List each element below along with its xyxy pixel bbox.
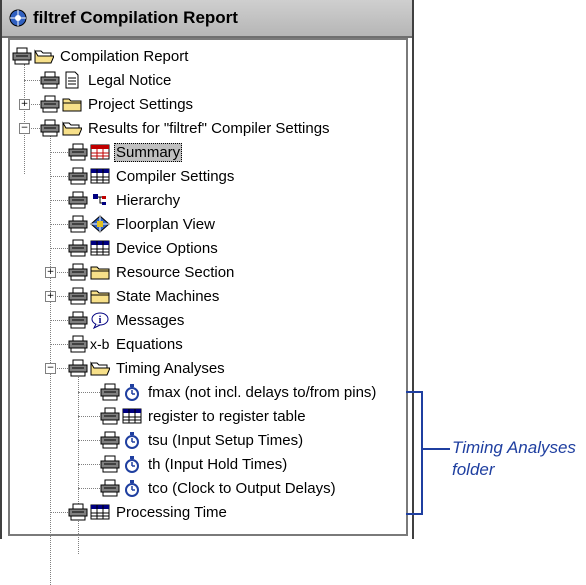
printer-icon[interactable] [68, 143, 88, 161]
tree-item-equations[interactable]: Equations [68, 332, 183, 356]
tree-item-register-table[interactable]: register to register table [100, 404, 306, 428]
clock-icon [122, 479, 142, 497]
table-icon [90, 503, 110, 521]
messages-icon [90, 311, 110, 329]
table-icon [90, 239, 110, 257]
printer-icon[interactable] [40, 119, 60, 137]
tree-item-results[interactable]: Results for "filtref" Compiler Settings [40, 116, 330, 140]
tree-item-label[interactable]: Timing Analyses [116, 360, 225, 377]
document-icon [62, 71, 82, 89]
tree-item-label[interactable]: Processing Time [116, 504, 227, 521]
tree-item-tco[interactable]: tco (Clock to Output Delays) [100, 476, 336, 500]
printer-icon[interactable] [12, 47, 32, 65]
tree-item-label[interactable]: Floorplan View [116, 216, 215, 233]
annotation-leader-line [423, 448, 450, 450]
printer-icon[interactable] [68, 239, 88, 257]
printer-icon[interactable] [68, 215, 88, 233]
printer-icon[interactable] [68, 335, 88, 353]
tree-item-label[interactable]: tco (Clock to Output Delays) [148, 480, 336, 497]
printer-icon[interactable] [100, 407, 120, 425]
tree-item-project-settings[interactable]: Project Settings [40, 92, 193, 116]
expand-project-settings[interactable]: + [19, 99, 30, 110]
clock-icon [122, 383, 142, 401]
tree-item-th[interactable]: th (Input Hold Times) [100, 452, 287, 476]
printer-icon[interactable] [40, 71, 60, 89]
expand-resource-section[interactable]: + [45, 267, 56, 278]
tree-item-legal-notice[interactable]: Legal Notice [40, 68, 171, 92]
report-tree[interactable]: + − + + − Compilation Report Legal Notic… [8, 38, 408, 585]
tree-item-label[interactable]: Device Options [116, 240, 218, 257]
annotation-callout: Timing Analyses folder [452, 437, 576, 481]
expand-state-machines[interactable]: + [45, 291, 56, 302]
tree-item-floorplan-view[interactable]: Floorplan View [68, 212, 215, 236]
title-bar: filtref Compilation Report [2, 0, 412, 38]
printer-icon[interactable] [100, 455, 120, 473]
tree-item-fmax[interactable]: fmax (not incl. delays to/from pins) [100, 380, 376, 404]
tree-item-messages[interactable]: Messages [68, 308, 184, 332]
tree-item-label[interactable]: tsu (Input Setup Times) [148, 432, 303, 449]
floorplan-icon [90, 215, 110, 233]
tree-item-label[interactable]: Project Settings [88, 96, 193, 113]
tree-item-label[interactable]: fmax (not incl. delays to/from pins) [148, 384, 376, 401]
open-folder-icon [90, 359, 110, 377]
clock-icon [122, 455, 142, 473]
tree-item-label[interactable]: Hierarchy [116, 192, 180, 209]
printer-icon[interactable] [68, 359, 88, 377]
tree-item-processing-time[interactable]: Processing Time [68, 500, 227, 524]
collapse-timing-analyses[interactable]: − [45, 363, 56, 374]
tree-item-hierarchy[interactable]: Hierarchy [68, 188, 180, 212]
printer-icon[interactable] [68, 311, 88, 329]
tree-item-state-machines[interactable]: State Machines [68, 284, 219, 308]
tree-item-label[interactable]: Results for "filtref" Compiler Settings [88, 120, 330, 137]
tree-item-label[interactable]: Equations [116, 336, 183, 353]
folder-icon [90, 287, 110, 305]
tree-item-tsu[interactable]: tsu (Input Setup Times) [100, 428, 303, 452]
printer-icon[interactable] [100, 479, 120, 497]
printer-icon[interactable] [100, 383, 120, 401]
tree-item-device-options[interactable]: Device Options [68, 236, 218, 260]
clock-icon [122, 431, 142, 449]
annotation-bracket [406, 391, 423, 515]
tree-item-label[interactable]: Resource Section [116, 264, 234, 281]
printer-icon[interactable] [100, 431, 120, 449]
printer-icon[interactable] [68, 263, 88, 281]
register-table-icon [122, 407, 142, 425]
tree-item-label[interactable]: Messages [116, 312, 184, 329]
folder-icon [62, 95, 82, 113]
tree-item-label-selected[interactable]: Summary [114, 142, 183, 162]
open-folder-icon [62, 119, 82, 137]
equations-icon [90, 335, 110, 353]
app-icon [9, 9, 27, 27]
hierarchy-icon [90, 191, 110, 209]
tree-item-label[interactable]: Compiler Settings [116, 168, 234, 185]
collapse-results[interactable]: − [19, 123, 30, 134]
tree-item-resource-section[interactable]: Resource Section [68, 260, 234, 284]
printer-icon[interactable] [40, 95, 60, 113]
printer-icon[interactable] [68, 503, 88, 521]
report-window: filtref Compilation Report + − + + − Com… [0, 0, 414, 585]
tree-item-label[interactable]: Compilation Report [60, 48, 188, 65]
tree-item-compilation-report[interactable]: Compilation Report [12, 44, 188, 68]
annotation-line-2: folder [452, 460, 495, 479]
folder-icon [90, 263, 110, 281]
window-title: filtref Compilation Report [33, 8, 238, 27]
table-icon [90, 167, 110, 185]
tree-item-compiler-settings[interactable]: Compiler Settings [68, 164, 234, 188]
tree-item-label[interactable]: register to register table [148, 408, 306, 425]
open-folder-icon [34, 47, 54, 65]
tree-item-timing-analyses[interactable]: Timing Analyses [68, 356, 225, 380]
annotation-line-1: Timing Analyses [452, 438, 576, 457]
printer-icon[interactable] [68, 191, 88, 209]
tree-item-summary[interactable]: Summary [68, 140, 183, 164]
tree-item-label[interactable]: State Machines [116, 288, 219, 305]
tree-item-label[interactable]: th (Input Hold Times) [148, 456, 287, 473]
tree-item-label[interactable]: Legal Notice [88, 72, 171, 89]
printer-icon[interactable] [68, 167, 88, 185]
printer-icon[interactable] [68, 287, 88, 305]
summary-table-icon [90, 143, 110, 161]
